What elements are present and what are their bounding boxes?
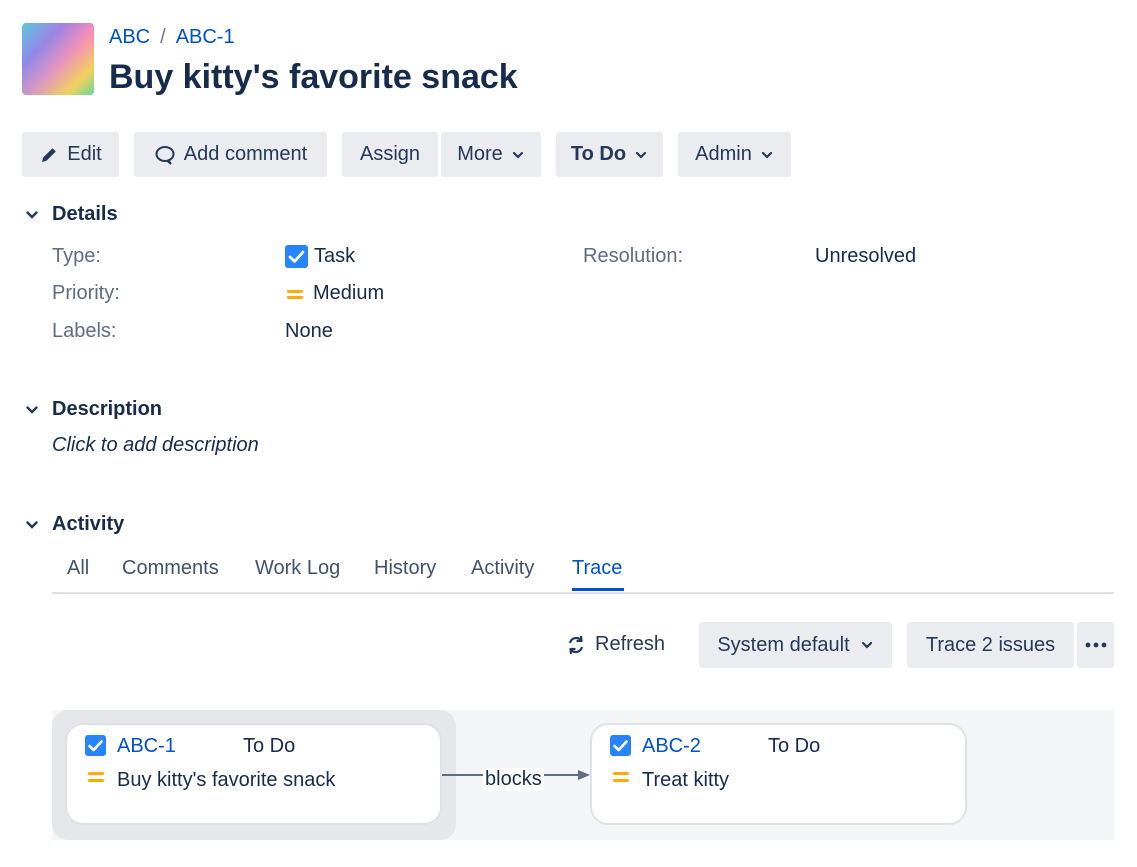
breadcrumb: ABC / ABC-1: [109, 26, 235, 49]
trace-issues-button[interactable]: Trace 2 issues: [907, 622, 1074, 668]
activity-tabs: All Comments Work Log History Activity T…: [52, 555, 1114, 594]
layout-select[interactable]: System default: [699, 622, 892, 668]
trace-node-abc-1[interactable]: ABC-1 To Do Buy kitty's favorite snack: [65, 723, 442, 825]
breadcrumb-issue-link[interactable]: ABC-1: [176, 26, 235, 49]
edit-button[interactable]: Edit: [22, 132, 119, 177]
chevron-down-icon: [635, 151, 647, 159]
admin-button-label: Admin: [695, 143, 752, 165]
refresh-icon: [568, 635, 584, 654]
tab-all[interactable]: All: [67, 557, 89, 580]
priority-medium-icon: [287, 289, 303, 299]
comment-icon: [155, 145, 175, 165]
chevron-down-icon: [861, 641, 872, 649]
node-summary: Treat kitty: [642, 769, 730, 791]
trace-node-abc-2[interactable]: ABC-2 To Do Treat kitty: [590, 723, 967, 825]
labels-label: Labels:: [52, 320, 117, 342]
details-section-toggle[interactable]: Details: [22, 203, 118, 226]
trace-issues-label: Trace 2 issues: [925, 633, 1056, 656]
task-type-icon: [610, 735, 631, 756]
priority-value[interactable]: Medium: [285, 282, 384, 305]
priority-label: Priority:: [52, 282, 120, 304]
priority-medium-icon: [88, 772, 104, 782]
breadcrumb-project-link[interactable]: ABC: [109, 26, 150, 49]
description-section-toggle[interactable]: Description: [22, 398, 162, 421]
description-placeholder[interactable]: Click to add description: [52, 434, 259, 457]
active-tab-indicator: [572, 588, 624, 591]
chevron-down-icon: [26, 520, 38, 529]
node-status: To Do: [768, 735, 821, 757]
assign-button-label: Assign: [359, 143, 421, 165]
tab-history[interactable]: History: [374, 557, 436, 580]
type-value-text: Task: [314, 245, 356, 267]
admin-button[interactable]: Admin: [678, 132, 791, 177]
chevron-down-icon: [512, 151, 523, 159]
node-summary: Buy kitty's favorite snack: [117, 769, 336, 791]
task-type-icon: [285, 245, 308, 268]
description-heading: Description: [52, 398, 163, 420]
priority-medium-icon: [613, 772, 629, 782]
node-status: To Do: [243, 735, 296, 757]
add-comment-button[interactable]: Add comment: [134, 132, 327, 177]
activity-section-toggle[interactable]: Activity: [22, 513, 124, 536]
more-actions-button[interactable]: [1077, 622, 1114, 668]
breadcrumb-separator: /: [160, 26, 166, 48]
edge-label-blocks: blocks: [483, 768, 544, 791]
priority-value-text: Medium: [313, 282, 385, 304]
more-horizontal-icon: [1085, 642, 1106, 648]
layout-select-value: System default: [717, 633, 850, 656]
edit-button-label: Edit: [67, 143, 102, 165]
chevron-down-icon: [26, 405, 38, 414]
labels-value[interactable]: None: [285, 320, 333, 343]
resolution-value: Unresolved: [815, 245, 917, 267]
pencil-icon: [42, 147, 57, 162]
type-label: Type:: [52, 245, 101, 267]
chevron-down-icon: [761, 151, 772, 159]
assign-button[interactable]: Assign: [342, 132, 438, 177]
tab-comments[interactable]: Comments: [122, 557, 219, 580]
project-avatar: [22, 23, 94, 95]
add-comment-button-label: Add comment: [183, 143, 308, 165]
resolution-label: Resolution:: [583, 245, 684, 267]
status-transition-button[interactable]: To Do: [556, 132, 663, 177]
details-heading: Details: [52, 203, 118, 225]
tab-activity[interactable]: Activity: [471, 557, 534, 580]
more-button-label: More: [457, 143, 503, 165]
tab-work-log[interactable]: Work Log: [255, 557, 340, 580]
type-value: Task: [285, 245, 355, 268]
node-issue-key[interactable]: ABC-1: [117, 735, 176, 758]
refresh-label: Refresh: [595, 633, 666, 655]
more-button[interactable]: More: [441, 132, 541, 177]
activity-heading: Activity: [52, 513, 125, 535]
task-type-icon: [85, 735, 106, 756]
tab-trace[interactable]: Trace: [572, 557, 622, 580]
status-button-label: To Do: [570, 143, 627, 165]
issue-title[interactable]: Buy kitty's favorite snack: [109, 58, 518, 97]
node-issue-key[interactable]: ABC-2: [642, 735, 701, 758]
chevron-down-icon: [26, 210, 38, 219]
refresh-button[interactable]: Refresh: [565, 633, 665, 656]
